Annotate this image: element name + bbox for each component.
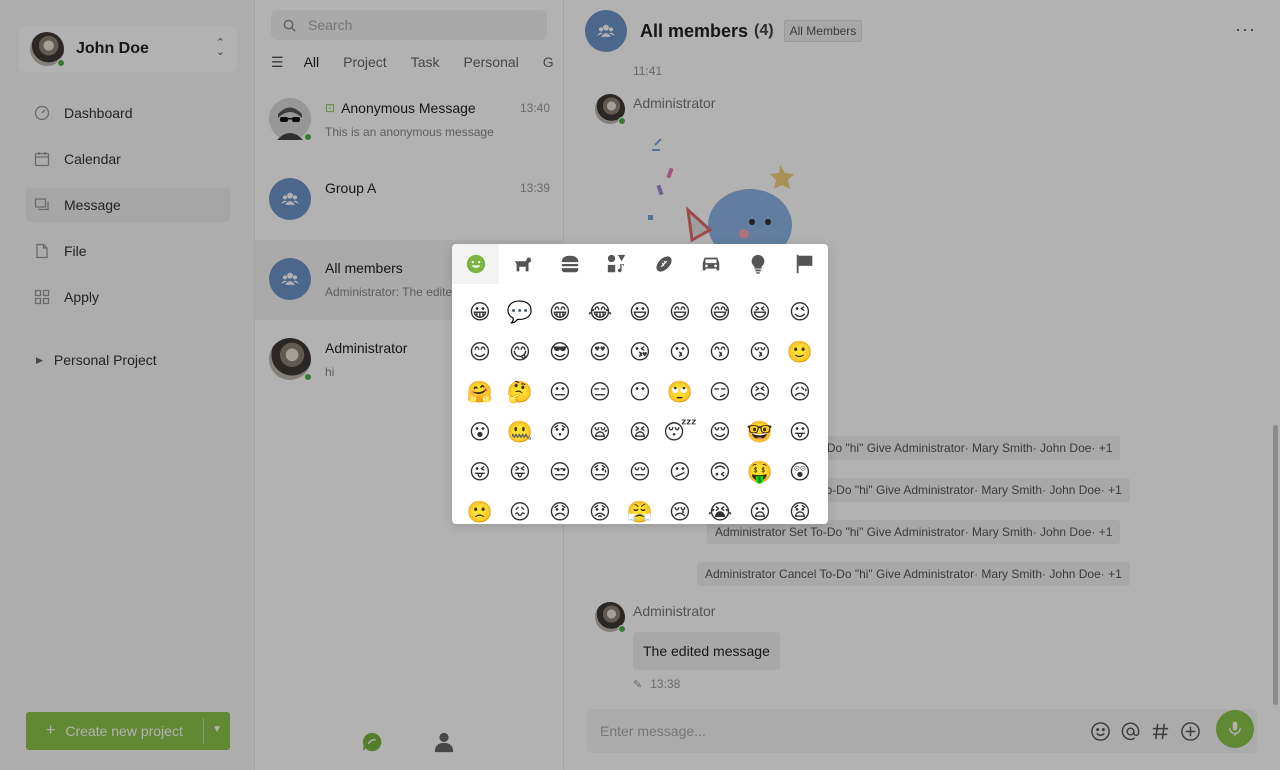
emoji-item[interactable]: 😙 <box>700 332 740 372</box>
emoji-item[interactable]: 😚 <box>740 332 780 372</box>
emoji-item[interactable]: 😟 <box>580 492 620 524</box>
sports-icon <box>655 256 672 272</box>
emoji-item[interactable]: 😎 <box>540 332 580 372</box>
emoji-item[interactable]: 😭 <box>700 492 740 524</box>
emoji-picker: 😀 💬 😁 😂 😃 😄 😅 😆 😉 😊 😋 😎 😍 😘 😗 😙 😚 🙂 🤗 🤔 😐 😑 😶 🙄 😏 😣 😥 😮 🤐 😯 😪 😫 😴 😌 🤓 😛 😜 😝 😒 😓… <box>452 244 828 524</box>
food-icon <box>561 255 578 273</box>
emoji-item[interactable]: 😴 <box>660 412 700 452</box>
smileys-category-tab[interactable] <box>452 244 499 284</box>
emoji-item[interactable]: 🤗 <box>460 372 500 412</box>
emoji-item[interactable]: 😮 <box>460 412 500 452</box>
activities-category-tab[interactable] <box>593 244 640 284</box>
emoji-item[interactable]: 😁 <box>540 292 580 332</box>
emoji-item[interactable]: 😗 <box>660 332 700 372</box>
flags-icon <box>796 254 812 274</box>
emoji-item[interactable]: 😉 <box>780 292 820 332</box>
emoji-item[interactable]: 😝 <box>500 452 540 492</box>
animals-category-tab[interactable] <box>499 244 546 284</box>
emoji-item[interactable]: 😕 <box>660 452 700 492</box>
emoji-grid: 😀 💬 😁 😂 😃 😄 😅 😆 😉 😊 😋 😎 😍 😘 😗 😙 😚 🙂 🤗 🤔 😐 😑 😶 🙄 😏 😣 😥 😮 🤐 😯 😪 😫 😴 😌 🤓 😛 😜 😝 😒 😓… <box>460 292 820 524</box>
emoji-item[interactable]: 😐 <box>540 372 580 412</box>
emoji-item[interactable]: 😢 <box>660 492 700 524</box>
emoji-item[interactable]: 🙂 <box>780 332 820 372</box>
emoji-item[interactable]: 😊 <box>460 332 500 372</box>
emoji-item[interactable]: 😀 <box>460 292 500 332</box>
emoji-item[interactable]: 🙃 <box>700 452 740 492</box>
smileys-icon <box>466 254 485 274</box>
food-category-tab[interactable] <box>546 244 593 284</box>
emoji-item[interactable]: 😧 <box>780 492 820 524</box>
emoji-item[interactable]: 😜 <box>460 452 500 492</box>
emoji-item[interactable]: 🙁 <box>460 492 500 524</box>
emoji-item[interactable]: 😍 <box>580 332 620 372</box>
emoji-item[interactable]: 😪 <box>580 412 620 452</box>
emoji-item[interactable]: 😔 <box>620 452 660 492</box>
emoji-item[interactable]: 😛 <box>780 412 820 452</box>
emoji-item[interactable]: 😦 <box>740 492 780 524</box>
emoji-item[interactable]: 🙄 <box>660 372 700 412</box>
emoji-item[interactable]: 😥 <box>780 372 820 412</box>
objects-icon <box>751 254 764 274</box>
emoji-item[interactable]: 😂 <box>580 292 620 332</box>
travel-category-tab[interactable] <box>687 244 734 284</box>
emoji-item[interactable]: 😤 <box>620 492 660 524</box>
emoji-item[interactable]: 😘 <box>620 332 660 372</box>
objects-category-tab[interactable] <box>734 244 781 284</box>
emoji-item[interactable]: 😏 <box>700 372 740 412</box>
emoji-item[interactable]: 😶 <box>620 372 660 412</box>
emoji-item[interactable]: 😞 <box>540 492 580 524</box>
emoji-item[interactable]: 😯 <box>540 412 580 452</box>
emoji-item[interactable]: 🤑 <box>740 452 780 492</box>
emoji-item[interactable]: 😒 <box>540 452 580 492</box>
emoji-item[interactable]: 😆 <box>740 292 780 332</box>
emoji-item[interactable]: 😅 <box>700 292 740 332</box>
animals-icon <box>514 257 531 272</box>
emoji-item[interactable]: 😣 <box>740 372 780 412</box>
travel-icon <box>702 257 719 271</box>
emoji-item[interactable]: 😋 <box>500 332 540 372</box>
emoji-item[interactable]: 😑 <box>580 372 620 412</box>
emoji-item[interactable]: 🤓 <box>740 412 780 452</box>
emoji-item[interactable]: 😌 <box>700 412 740 452</box>
emoji-item[interactable]: 😖 <box>500 492 540 524</box>
emoji-item[interactable]: 😫 <box>620 412 660 452</box>
emoji-category-bar <box>452 244 828 284</box>
emoji-item[interactable]: 💬 <box>500 292 540 332</box>
emoji-item[interactable]: 🤔 <box>500 372 540 412</box>
emoji-item[interactable]: 😲 <box>780 452 820 492</box>
sports-category-tab[interactable] <box>640 244 687 284</box>
activities-icon <box>607 254 625 273</box>
emoji-item[interactable]: 😃 <box>620 292 660 332</box>
emoji-item[interactable]: 😓 <box>580 452 620 492</box>
emoji-item[interactable]: 🤐 <box>500 412 540 452</box>
emoji-item[interactable]: 😄 <box>660 292 700 332</box>
flags-category-tab[interactable] <box>781 244 828 284</box>
